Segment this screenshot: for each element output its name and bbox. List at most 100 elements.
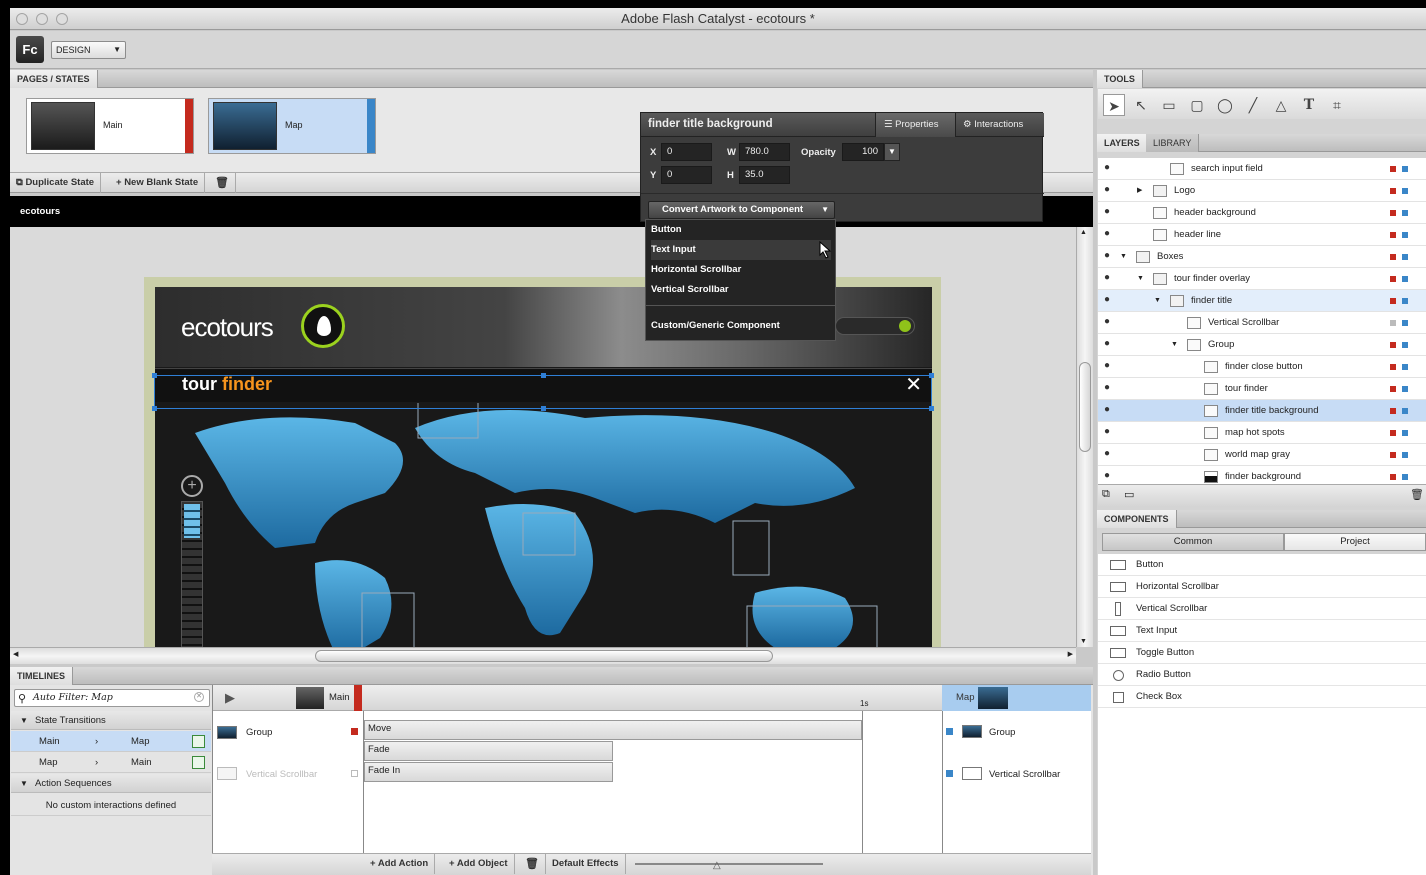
slider-thumb-icon[interactable]: △ bbox=[713, 860, 721, 871]
eye-icon[interactable]: ● bbox=[1104, 448, 1116, 460]
eye-icon[interactable]: ● bbox=[1104, 250, 1116, 262]
crop-tool-icon[interactable]: ⌗ bbox=[1326, 94, 1348, 116]
layer-row[interactable]: ● map hot spots bbox=[1098, 422, 1426, 444]
layer-row[interactable]: ● tour finder bbox=[1098, 378, 1426, 400]
state-transitions-header[interactable]: ▼ State Transitions bbox=[11, 711, 211, 730]
transition-options-icon[interactable] bbox=[192, 735, 205, 748]
opacity-field[interactable]: 100 bbox=[842, 143, 884, 161]
tab-properties[interactable]: ☰ Properties bbox=[875, 113, 955, 137]
menu-item-horizontal-scrollbar[interactable]: Horizontal Scrollbar bbox=[651, 260, 831, 280]
tab-tools[interactable]: TOOLS bbox=[1097, 70, 1143, 88]
component-item[interactable]: Toggle Button bbox=[1098, 642, 1426, 664]
resize-handle[interactable] bbox=[541, 373, 546, 378]
layer-row[interactable]: ● ▼ finder title bbox=[1098, 290, 1426, 312]
eye-icon[interactable]: ● bbox=[1104, 470, 1116, 482]
eye-icon[interactable]: ● bbox=[1104, 162, 1116, 174]
workspace-dropdown[interactable]: DESIGN ▼ bbox=[51, 41, 126, 59]
tab-layers[interactable]: LAYERS bbox=[1097, 134, 1148, 152]
tab-pages-states[interactable]: PAGES / STATES bbox=[10, 70, 98, 88]
duplicate-state-button[interactable]: ⧉ Duplicate State bbox=[10, 173, 102, 193]
timeline-zoom-slider[interactable] bbox=[635, 863, 823, 865]
eye-icon[interactable]: ● bbox=[1104, 382, 1116, 394]
eye-icon[interactable]: ● bbox=[1104, 426, 1116, 438]
component-item[interactable]: Button bbox=[1098, 554, 1426, 576]
x-field[interactable]: 0 bbox=[661, 143, 712, 161]
layer-row[interactable]: ● ▶ Logo bbox=[1098, 180, 1426, 202]
layer-row[interactable]: ● finder close button bbox=[1098, 356, 1426, 378]
triangle-down-icon[interactable]: ▼ bbox=[1120, 246, 1127, 268]
direct-select-tool-icon[interactable]: ↖ bbox=[1130, 94, 1152, 116]
line-tool-icon[interactable]: ╱ bbox=[1242, 94, 1264, 116]
selection-tool-icon[interactable]: ➤ bbox=[1103, 94, 1125, 116]
component-item[interactable]: Text Input bbox=[1098, 620, 1426, 642]
design-canvas[interactable]: ecotours tour finder ✕ + bbox=[10, 227, 1076, 647]
new-layer-icon[interactable]: ⧉ bbox=[1102, 488, 1110, 501]
eye-icon[interactable]: ● bbox=[1104, 184, 1116, 196]
resize-handle[interactable] bbox=[152, 406, 157, 411]
tab-library[interactable]: LIBRARY bbox=[1146, 134, 1200, 152]
transition-options-icon[interactable] bbox=[192, 756, 205, 769]
eye-icon[interactable]: ● bbox=[1104, 338, 1116, 350]
component-item[interactable]: Horizontal Scrollbar bbox=[1098, 576, 1426, 598]
ellipse-tool-icon[interactable]: ◯ bbox=[1214, 94, 1236, 116]
eye-icon[interactable]: ● bbox=[1104, 360, 1116, 372]
layer-row[interactable]: ● finder title background bbox=[1098, 400, 1426, 422]
layer-row[interactable]: ● search input field bbox=[1098, 158, 1426, 180]
effect-track-fade[interactable]: Fade bbox=[364, 741, 613, 761]
resize-handle[interactable] bbox=[541, 406, 546, 411]
tab-timelines[interactable]: TIMELINES bbox=[10, 667, 74, 685]
height-field[interactable]: 35.0 bbox=[739, 166, 790, 184]
layer-row[interactable]: ● world map gray bbox=[1098, 444, 1426, 466]
layer-row[interactable]: ● Vertical Scrollbar bbox=[1098, 312, 1426, 334]
y-field[interactable]: 0 bbox=[661, 166, 712, 184]
triangle-down-icon[interactable]: ▼ bbox=[1171, 334, 1178, 356]
rounded-rectangle-tool-icon[interactable]: ▢ bbox=[1186, 94, 1208, 116]
resize-handle[interactable] bbox=[929, 373, 934, 378]
action-sequences-header[interactable]: ▼ Action Sequences bbox=[11, 774, 211, 793]
delete-action-button[interactable]: 🗑 bbox=[519, 854, 546, 874]
layer-row[interactable]: ● ▼ tour finder overlay bbox=[1098, 268, 1426, 290]
resize-handle[interactable] bbox=[152, 373, 157, 378]
transition-row[interactable]: Main › Map bbox=[11, 731, 211, 752]
triangle-right-icon[interactable]: ▶ bbox=[1137, 180, 1142, 202]
play-icon[interactable]: ▶ bbox=[225, 690, 235, 706]
scroll-thumb[interactable] bbox=[315, 650, 773, 662]
menu-item-button[interactable]: Button bbox=[651, 220, 831, 240]
eye-icon[interactable]: ● bbox=[1104, 272, 1116, 284]
eye-icon[interactable]: ● bbox=[1104, 404, 1116, 416]
opacity-dropdown-icon[interactable]: ▼ bbox=[884, 143, 900, 161]
scroll-up-icon[interactable]: ▲ bbox=[1080, 229, 1087, 236]
tab-project[interactable]: Project bbox=[1284, 533, 1426, 551]
clear-filter-icon[interactable]: ✕ bbox=[194, 692, 204, 702]
scroll-right-icon[interactable]: ▶ bbox=[1068, 650, 1073, 658]
triangle-down-icon[interactable]: ▼ bbox=[1154, 290, 1161, 312]
minimize-window-icon[interactable] bbox=[36, 13, 48, 25]
component-item[interactable]: Check Box bbox=[1098, 686, 1426, 708]
tab-interactions[interactable]: ⚙ Interactions bbox=[955, 113, 1044, 137]
default-effects-button[interactable]: Default Effects bbox=[546, 854, 626, 874]
component-item[interactable]: Radio Button bbox=[1098, 664, 1426, 686]
canvas-horizontal-scrollbar[interactable]: ◀ ▶ bbox=[10, 647, 1076, 664]
layer-row[interactable]: ● header line bbox=[1098, 224, 1426, 246]
auto-filter-input[interactable]: Auto Filter: Map bbox=[14, 689, 210, 707]
transition-row[interactable]: Map › Main bbox=[11, 752, 211, 773]
delete-state-button[interactable]: 🗑 bbox=[209, 173, 236, 193]
shape-tool-icon[interactable]: △ bbox=[1270, 94, 1292, 116]
add-object-button[interactable]: + Add Object bbox=[443, 854, 515, 874]
tab-common[interactable]: Common bbox=[1102, 533, 1284, 551]
eye-icon[interactable]: ● bbox=[1104, 206, 1116, 218]
new-blank-state-button[interactable]: + New Blank State bbox=[110, 173, 206, 193]
state-thumb-main[interactable]: Main bbox=[26, 98, 194, 154]
menu-item-vertical-scrollbar[interactable]: Vertical Scrollbar bbox=[651, 280, 831, 300]
resize-handle[interactable] bbox=[929, 406, 934, 411]
eye-icon[interactable]: ● bbox=[1104, 316, 1116, 328]
component-item[interactable]: Vertical Scrollbar bbox=[1098, 598, 1426, 620]
zoom-window-icon[interactable] bbox=[56, 13, 68, 25]
triangle-down-icon[interactable]: ▼ bbox=[1137, 268, 1144, 290]
layer-row[interactable]: ● ▼ Group bbox=[1098, 334, 1426, 356]
scroll-down-icon[interactable]: ▼ bbox=[1080, 638, 1087, 645]
menu-item-text-input[interactable]: Text Input bbox=[651, 240, 831, 260]
rectangle-tool-icon[interactable]: ▭ bbox=[1158, 94, 1180, 116]
close-window-icon[interactable] bbox=[16, 13, 28, 25]
new-folder-icon[interactable]: ▭ bbox=[1124, 488, 1134, 501]
